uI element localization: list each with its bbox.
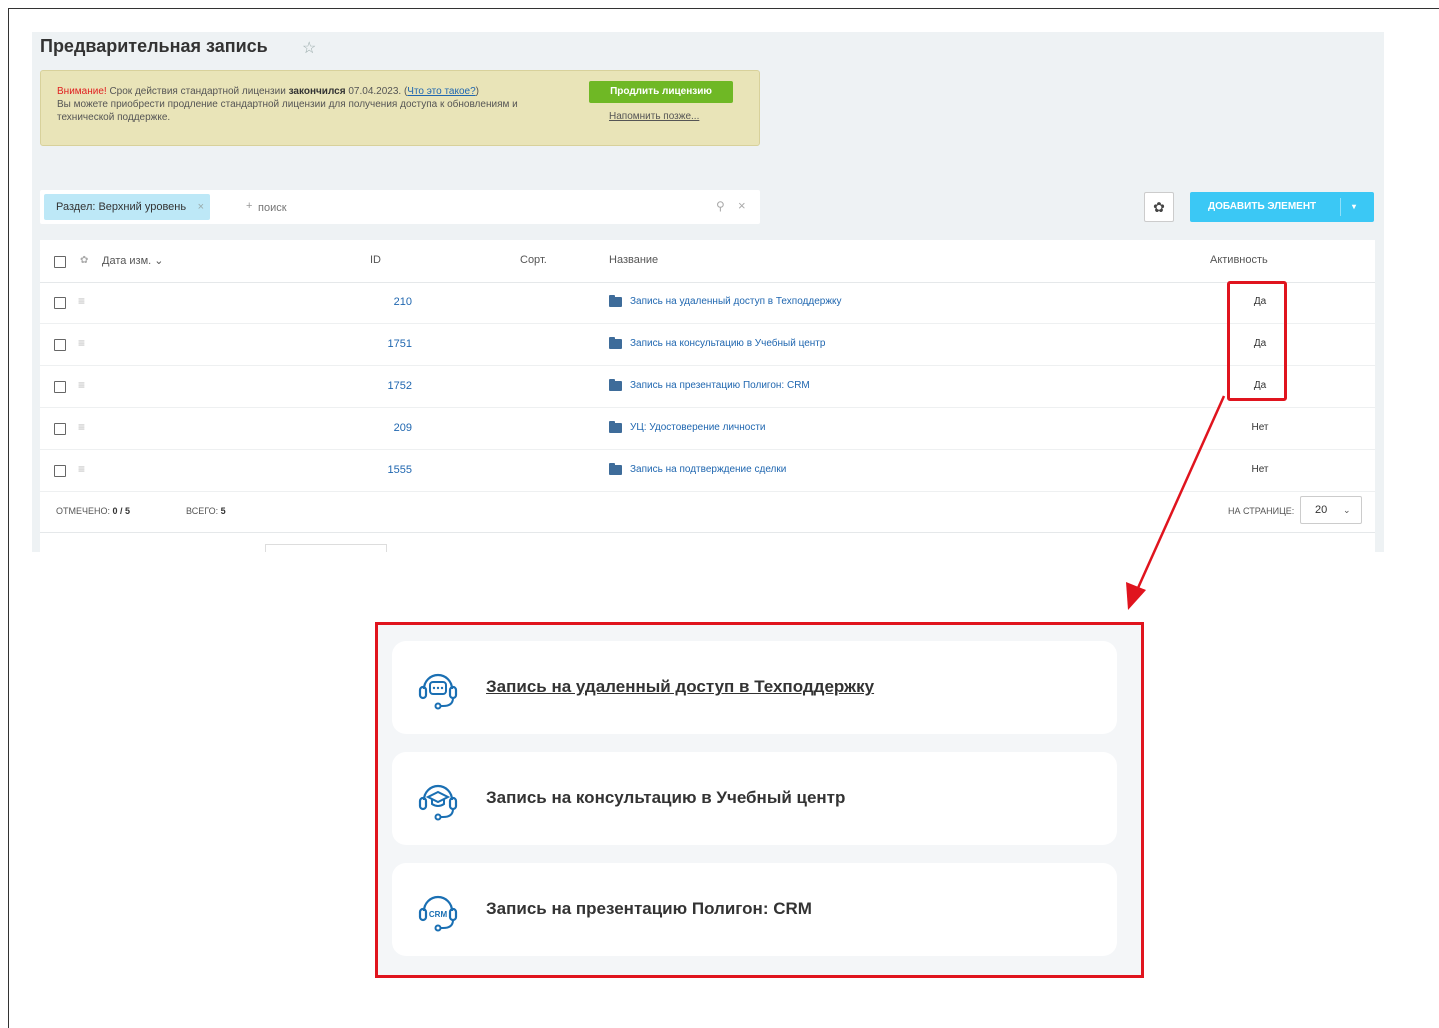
notice-text: Внимание! Срок действия стандартной лице…: [57, 85, 547, 124]
settings-gear-button[interactable]: ✿: [1144, 192, 1174, 222]
folder-icon: [609, 379, 622, 391]
row-name[interactable]: Запись на консультацию в Учебный центр: [630, 338, 825, 349]
chevron-down-icon: ⌄: [1343, 505, 1351, 515]
row-id[interactable]: 209: [380, 422, 412, 434]
crm-icon-text: CRM: [429, 910, 448, 919]
notice-close-paren: ): [475, 86, 480, 97]
renew-license-button[interactable]: Продлить лицензию: [589, 81, 733, 103]
notice-expired: закончился: [288, 86, 346, 97]
headset-chat-icon: [418, 673, 458, 710]
drag-handle-icon[interactable]: ≡: [78, 378, 85, 392]
pagination-stub: [265, 544, 387, 552]
notice-text-1: Срок действия стандартной лицензии: [106, 86, 289, 97]
admin-panel: Предварительная запись ☆ Внимание! Срок …: [32, 32, 1384, 552]
per-page-value: 20: [1315, 504, 1328, 516]
table-row[interactable]: ≡ 210 Запись на удаленный доступ в Техпо…: [40, 282, 1375, 324]
column-active[interactable]: Активность: [1210, 254, 1268, 266]
button-divider: [1340, 198, 1341, 216]
table-row[interactable]: ≡ 1751 Запись на консультацию в Учебный …: [40, 324, 1375, 366]
service-card[interactable]: Запись на консультацию в Учебный центр: [392, 752, 1117, 845]
drag-handle-icon[interactable]: ≡: [78, 462, 85, 476]
column-date-label: Дата изм.: [102, 255, 152, 267]
folder-icon: [609, 337, 622, 349]
selected-count: ОТМЕЧЕНО: 0 / 5: [56, 506, 130, 516]
sort-caret-icon: ⌄: [154, 255, 164, 267]
total-label: ВСЕГО:: [186, 506, 219, 516]
row-id[interactable]: 210: [380, 296, 412, 308]
row-id[interactable]: 1555: [380, 464, 412, 476]
row-name[interactable]: Запись на подтверждение сделки: [630, 464, 786, 475]
notice-warning: Внимание!: [57, 86, 107, 97]
drag-handle-icon[interactable]: ≡: [78, 336, 85, 350]
add-element-label: ДОБАВИТЬ ЭЛЕМЕНТ: [1208, 201, 1317, 212]
column-name[interactable]: Название: [609, 254, 658, 266]
row-checkbox[interactable]: [54, 381, 66, 393]
selected-label: ОТМЕЧЕНО:: [56, 506, 110, 516]
tag-close-icon[interactable]: ×: [198, 194, 204, 220]
column-id[interactable]: ID: [370, 254, 381, 266]
table-row[interactable]: ≡ 1555 Запись на подтверждение сделки Не…: [40, 450, 1375, 492]
total-count: ВСЕГО: 5: [186, 506, 226, 516]
table-row[interactable]: ≡ 1752 Запись на презентацию Полигон: CR…: [40, 366, 1375, 408]
star-icon[interactable]: ☆: [302, 38, 316, 58]
row-checkbox[interactable]: [54, 423, 66, 435]
license-notice: Внимание! Срок действия стандартной лице…: [40, 70, 760, 146]
page-title: Предварительная запись: [40, 36, 268, 56]
dropdown-caret-icon[interactable]: ▾: [1352, 192, 1356, 222]
row-id[interactable]: 1751: [380, 338, 412, 350]
row-checkbox[interactable]: [54, 465, 66, 477]
filter-search-bar[interactable]: Раздел: Верхний уровень × + ⚲ ×: [40, 190, 760, 224]
drag-handle-icon[interactable]: ≡: [78, 294, 85, 308]
active-column-highlight: [1227, 281, 1287, 401]
select-all-checkbox[interactable]: [54, 256, 66, 268]
elements-grid: ✿ Дата изм. ⌄ ID Сорт. Название Активнос…: [40, 240, 1375, 552]
notice-text-2: Вы можете приобрести продление стандартн…: [57, 99, 518, 123]
row-active: Нет: [1251, 422, 1269, 433]
per-page-label: НА СТРАНИЦЕ:: [1228, 506, 1295, 516]
column-sort[interactable]: Сорт.: [520, 254, 547, 266]
per-page-select[interactable]: 20 ⌄: [1300, 496, 1362, 524]
table-row[interactable]: ≡ 209 УЦ: Удостоверение личности Нет: [40, 408, 1375, 450]
selected-value: 0 / 5: [112, 506, 131, 516]
headset-graduation-icon: [418, 784, 458, 821]
filter-tag-section[interactable]: Раздел: Верхний уровень ×: [44, 194, 211, 220]
folder-icon: [609, 421, 622, 433]
total-value: 5: [220, 506, 226, 516]
remind-later-link[interactable]: Напомнить позже...: [609, 111, 699, 122]
service-card[interactable]: CRM Запись на презентацию Полигон: CRM: [392, 863, 1117, 956]
row-name[interactable]: Запись на презентацию Полигон: CRM: [630, 380, 810, 391]
plus-icon: +: [246, 200, 253, 212]
row-checkbox[interactable]: [54, 339, 66, 351]
service-card-title[interactable]: Запись на презентацию Полигон: CRM: [486, 899, 812, 919]
notice-help-link[interactable]: Что это такое?: [407, 86, 475, 97]
row-id[interactable]: 1752: [380, 380, 412, 392]
service-card-title[interactable]: Запись на удаленный доступ в Техподдержк…: [486, 677, 874, 697]
frontend-preview: Запись на удаленный доступ в Техподдержк…: [375, 622, 1144, 978]
grid-header: ✿ Дата изм. ⌄ ID Сорт. Название Активнос…: [40, 240, 1375, 283]
service-card[interactable]: Запись на удаленный доступ в Техподдержк…: [392, 641, 1117, 734]
drag-handle-icon[interactable]: ≡: [78, 420, 85, 434]
row-name[interactable]: УЦ: Удостоверение личности: [630, 422, 766, 433]
add-element-button[interactable]: ДОБАВИТЬ ЭЛЕМЕНТ ▾: [1190, 192, 1374, 222]
row-checkbox[interactable]: [54, 297, 66, 309]
folder-icon: [609, 463, 622, 475]
row-active: Нет: [1251, 464, 1269, 475]
search-input[interactable]: [256, 197, 660, 219]
clear-icon[interactable]: ×: [738, 198, 746, 213]
column-settings-icon[interactable]: ✿: [80, 255, 88, 266]
folder-icon: [609, 295, 622, 307]
notice-date: 07.04.2023. (: [345, 86, 408, 97]
grid-footer: ОТМЕЧЕНО: 0 / 5 ВСЕГО: 5 НА СТРАНИЦЕ: 20…: [40, 490, 1375, 533]
column-date[interactable]: Дата изм. ⌄: [102, 254, 164, 267]
headset-crm-icon: CRM: [418, 895, 458, 932]
filter-tag-label: Раздел: Верхний уровень: [56, 201, 187, 213]
row-name[interactable]: Запись на удаленный доступ в Техподдержк…: [630, 296, 842, 307]
search-icon[interactable]: ⚲: [716, 199, 725, 213]
service-card-title[interactable]: Запись на консультацию в Учебный центр: [486, 788, 845, 808]
